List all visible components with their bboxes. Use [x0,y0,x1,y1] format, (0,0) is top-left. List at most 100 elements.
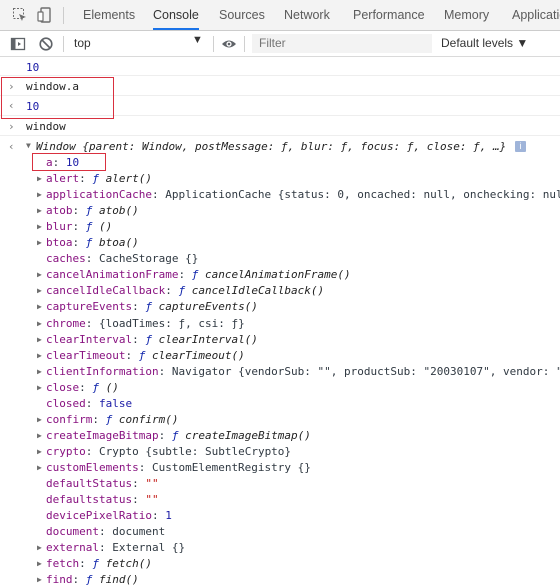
property-row[interactable]: ▶ external: External {} [37,540,185,556]
property-row[interactable]: ▶ find: ƒ find() [37,572,139,588]
property-value: atob() [99,204,139,218]
tab-network[interactable]: Network [284,0,330,30]
property-separator: : [72,573,86,587]
property-row[interactable]: ▶ clearTimeout: ƒ clearTimeout() [37,348,245,364]
property-row[interactable]: ▶ btoa: ƒ btoa() [37,235,139,251]
property-row[interactable]: ▶ cancelIdleCallback: ƒ cancelIdleCallbac… [37,283,324,299]
property-key: external [46,541,99,555]
function-marker: ƒ [92,557,106,571]
property-separator: : [132,477,146,490]
property-key: customElements [46,460,139,474]
tab-memory[interactable]: Memory [444,0,489,30]
property-separator: : [79,172,93,186]
property-key: defaultStatus [46,477,133,490]
property-row[interactable]: ▶ clearInterval: ƒ clearInterval() [37,332,258,348]
property-value: cancelAnimationFrame() [204,268,351,282]
default-levels-dropdown[interactable]: Default levels ▼ [441,36,528,50]
property-row[interactable]: ▶ close: ƒ () [37,380,119,396]
expand-triangle-icon[interactable]: ▼ [26,141,35,150]
function-marker: ƒ [85,573,99,587]
expand-triangle-icon[interactable]: ▶ [37,412,46,428]
property-row[interactable]: ▶ alert: ƒ alert() [37,171,152,187]
console-toolbar: top ▼ Default levels ▼ [0,31,560,57]
inspect-element-icon[interactable] [12,7,28,23]
expand-triangle-icon[interactable]: ▶ [37,572,46,588]
expand-triangle-icon[interactable]: ▶ [37,235,46,251]
property-row[interactable]: ▶ customElements: CustomElementRegistry {… [37,460,311,476]
property-row[interactable]: ▶ confirm: ƒ confirm() [37,412,178,428]
property-key: applicationCache [46,188,152,202]
property-row[interactable]: ▶ chrome: {loadTimes: ƒ, csi: ƒ} [37,316,245,332]
log-value: 10 [26,61,40,74]
context-dropdown-arrow-icon[interactable]: ▼ [192,34,203,46]
info-icon[interactable]: i [515,141,526,152]
expand-triangle-icon[interactable]: ▶ [37,540,46,556]
property-row[interactable]: ▶ atob: ƒ atob() [37,203,139,219]
toolbar-separator [244,36,245,52]
toolbar-separator [213,36,214,52]
expand-triangle-icon[interactable]: ▶ [37,332,46,348]
property-key: alert [46,172,80,186]
window-summary-text: Window {parent: Window, postMessage: ƒ, … [36,140,507,153]
property-value: createImageBitmap() [185,428,311,442]
expand-triangle-icon[interactable]: ▶ [37,267,46,283]
property-key: confirm [46,412,93,426]
property-key: cancelIdleCallback [46,284,166,298]
filter-input[interactable] [252,34,432,53]
property-key: defaultstatus [46,493,133,507]
tab-sources[interactable]: Sources [219,0,265,30]
property-row[interactable]: ▶ blur: ƒ () [37,219,112,235]
property-value: Crypto {subtle: SubtleCrypto} [99,444,292,458]
expand-triangle-icon[interactable]: ▶ [37,299,46,315]
property-value: "" [145,493,159,507]
tab-console[interactable]: Console [153,0,199,30]
property-row[interactable]: ▶ captureEvents: ƒ captureEvents() [37,299,258,315]
expand-triangle-icon[interactable]: ▶ [37,187,46,203]
tab-application[interactable]: Applicatio [512,0,560,30]
property-separator: : [85,396,99,410]
property-separator: : [79,557,93,571]
toolbar-separator [63,36,64,52]
function-marker: ƒ [92,172,106,186]
property-row[interactable]: ▶ applicationCache: ApplicationCache {sta… [37,187,560,203]
input-prompt-icon: › [8,120,15,133]
property-row: caches: CacheStorage {} [46,251,198,267]
live-expression-eye-icon[interactable] [221,36,237,52]
property-row[interactable]: ▶ createImageBitmap: ƒ createImageBitmap(… [37,428,311,444]
property-row[interactable]: ▶ fetch: ƒ fetch() [37,556,152,572]
device-toolbar-icon[interactable] [37,7,53,23]
property-separator: : [79,380,93,394]
expand-triangle-icon[interactable]: ▶ [37,428,46,444]
context-selector[interactable]: top [74,36,91,50]
console-message: 10 [0,58,560,76]
expand-triangle-icon[interactable]: ▶ [37,203,46,219]
expand-triangle-icon[interactable]: ▶ [37,348,46,364]
property-value: btoa() [99,236,139,250]
property-key: fetch [46,557,80,571]
expand-triangle-icon[interactable]: ▶ [37,556,46,572]
property-row[interactable]: ▶ crypto: Crypto {subtle: SubtleCrypto} [37,444,291,460]
expand-triangle-icon[interactable]: ▶ [37,444,46,460]
property-value: cancelIdleCallback() [191,284,325,298]
expand-triangle-icon[interactable]: ▶ [37,380,46,396]
function-marker: ƒ [85,204,99,218]
property-separator: : [132,300,146,314]
property-value: find() [99,573,139,587]
expand-triangle-icon[interactable]: ▶ [37,460,46,476]
clear-console-icon[interactable] [38,36,54,52]
expand-triangle-icon[interactable]: ▶ [37,283,46,299]
property-separator: : [132,493,146,507]
expand-triangle-icon[interactable]: ▶ [37,316,46,332]
tab-performance[interactable]: Performance [353,0,425,30]
property-separator: : [92,412,106,426]
show-sidebar-icon[interactable] [10,36,26,52]
property-row[interactable]: ▶ clientInformation: Navigator {vendorSub… [37,364,560,380]
property-value: Navigator {vendorSub: "", productSub: "2… [171,364,560,378]
expand-triangle-icon[interactable]: ▶ [37,364,46,380]
expand-triangle-icon[interactable]: ▶ [37,171,46,187]
property-row: closed: false [46,396,132,412]
highlight-box [1,77,114,119]
expand-triangle-icon[interactable]: ▶ [37,219,46,235]
property-row[interactable]: ▶ cancelAnimationFrame: ƒ cancelAnimation… [37,267,351,283]
tab-elements[interactable]: Elements [83,0,135,30]
